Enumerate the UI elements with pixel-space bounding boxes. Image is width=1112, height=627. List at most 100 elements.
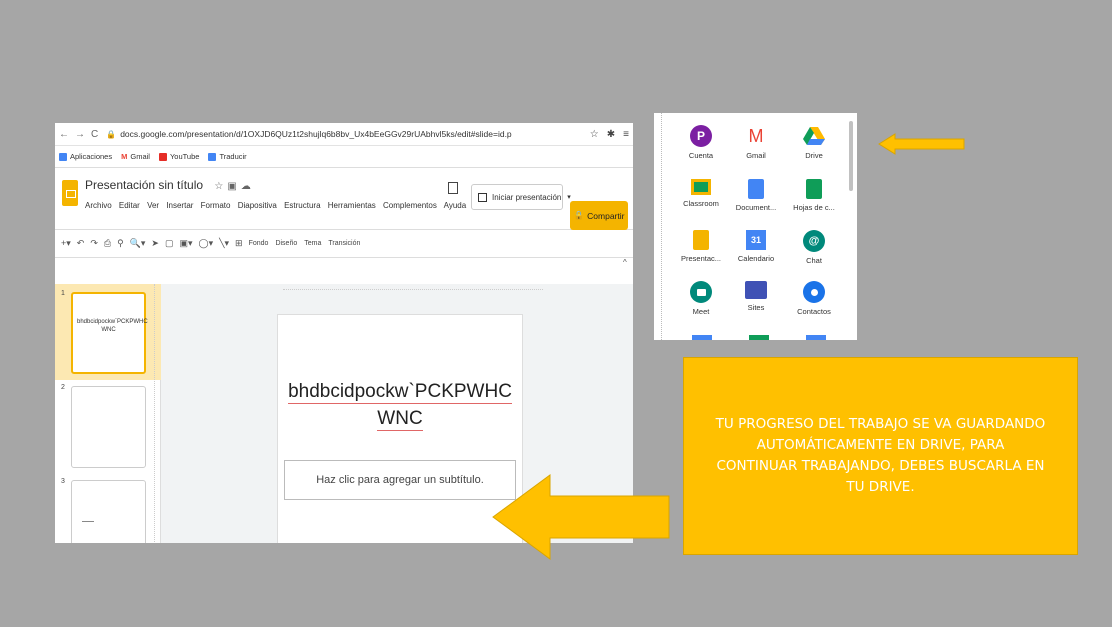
paint-format-icon[interactable]: ⚲	[117, 238, 124, 249]
google-apps-panel: P Cuenta M Gmail Drive Classroom Documen…	[654, 113, 857, 340]
menu-complementos[interactable]: Complementos	[383, 201, 437, 210]
menu-icon[interactable]: ≡	[623, 129, 629, 140]
bookmark-youtube[interactable]: YouTube	[158, 152, 199, 161]
app-calendario[interactable]: 31 Calendario	[726, 230, 786, 263]
menu-formato[interactable]: Formato	[201, 201, 231, 210]
classroom-icon	[691, 179, 711, 195]
doc-title-row: Presentación sin título ☆▣☁	[85, 178, 255, 192]
bookmarks-bar: Aplicaciones M Gmail YouTube Traducir	[55, 146, 633, 168]
thumbnail-line	[82, 521, 94, 522]
app-sites[interactable]: Sites	[726, 281, 786, 312]
toolbar-fondo[interactable]: Fondo	[249, 240, 269, 247]
app-meet[interactable]: Meet	[671, 281, 731, 316]
star-icon[interactable]: ☆	[590, 129, 599, 140]
app-classroom[interactable]: Classroom	[671, 179, 731, 208]
thumbnail-slide-3[interactable]: 3	[55, 472, 161, 543]
textbox-icon[interactable]: ▢	[165, 238, 174, 249]
shape-icon[interactable]: ◯▾	[199, 238, 214, 249]
speaker-notes-icon[interactable]	[448, 182, 458, 194]
app-documentos[interactable]: Document...	[726, 179, 786, 212]
slide-filmstrip: 1 bhdbcidpockw`PCKPWHC WNC 2 3	[55, 284, 161, 543]
app-cuenta[interactable]: P Cuenta	[671, 125, 731, 160]
menu-bar: Archivo Editar Ver Insertar Formato Diap…	[85, 201, 471, 210]
slides-icon	[693, 230, 709, 250]
chat-icon: @	[803, 230, 825, 252]
info-callout-text: TU PROGRESO DEL TRABAJO SE VA GUARDANDO …	[715, 416, 1046, 495]
app-presentaciones[interactable]: Presentac...	[671, 230, 731, 263]
toolbar-diseno[interactable]: Diseño	[275, 240, 297, 247]
filmstrip-scrollbar[interactable]	[154, 284, 160, 543]
more-apps-peek	[692, 335, 712, 340]
lock-small-icon: 🔒	[573, 210, 585, 220]
bookmark-apps[interactable]: Aplicaciones	[59, 152, 112, 161]
bookmark-translate[interactable]: Traducir	[208, 152, 247, 161]
line-icon[interactable]: ╲▾	[219, 238, 229, 249]
menu-herramientas[interactable]: Herramientas	[328, 201, 376, 210]
bookmark-gmail[interactable]: M Gmail	[121, 152, 150, 161]
share-button[interactable]: 🔒 Compartir	[570, 201, 628, 230]
collapse-icon[interactable]: ^	[623, 258, 627, 267]
extension-icon[interactable]: ✱	[607, 129, 615, 140]
thumbnail-slide-1[interactable]: 1 bhdbcidpockw`PCKPWHC WNC	[55, 284, 161, 380]
docs-icon	[748, 179, 764, 199]
app-chat[interactable]: @ Chat	[784, 230, 844, 265]
ruler	[283, 289, 543, 293]
toolbar-transicion[interactable]: Transición	[328, 240, 360, 247]
sites-icon	[745, 281, 767, 299]
menu-estructura[interactable]: Estructura	[284, 201, 320, 210]
current-slide[interactable]: bhdbcidpockw`PCKPWHC WNC Haz clic para a…	[277, 314, 523, 543]
zoom-icon[interactable]: 🔍▾	[130, 238, 146, 249]
comment-icon[interactable]: ⊞	[235, 238, 243, 249]
thumbnail-frame	[71, 480, 146, 543]
sheets-icon	[806, 179, 822, 199]
panel-edge	[654, 113, 662, 340]
app-gmail[interactable]: M Gmail	[726, 125, 786, 161]
youtube-icon	[158, 152, 167, 161]
title-icons[interactable]: ☆▣☁	[214, 181, 254, 192]
thumbnail-frame	[71, 386, 146, 468]
calendar-icon: 31	[746, 230, 766, 250]
drive-icon	[803, 125, 825, 147]
more-apps-peek	[749, 335, 769, 340]
gmail-icon: M	[748, 125, 764, 146]
present-button[interactable]: Iniciar presentación	[471, 184, 563, 210]
toolbar: +▾ ↶ ↷ ⎙ ⚲ 🔍▾ ➤ ▢ ▣▾ ◯▾ ╲▾ ⊞ Fondo Diseñ…	[55, 230, 633, 258]
info-callout: TU PROGRESO DEL TRABAJO SE VA GUARDANDO …	[683, 357, 1078, 555]
menu-archivo[interactable]: Archivo	[85, 201, 112, 210]
new-slide-icon[interactable]: +▾	[61, 238, 71, 249]
undo-icon[interactable]: ↶	[77, 238, 85, 249]
toolbar-tema[interactable]: Tema	[304, 240, 321, 247]
thumbnail-frame: bhdbcidpockw`PCKPWHC WNC	[71, 292, 148, 374]
nav-arrows-icon[interactable]: ←→C	[59, 129, 104, 140]
slides-header: Presentación sin título ☆▣☁ Archivo Edit…	[55, 168, 633, 230]
thumbnail-slide-2[interactable]: 2	[55, 378, 161, 474]
subtitle-placeholder[interactable]: Haz clic para agregar un subtítulo.	[284, 460, 516, 500]
print-icon[interactable]: ⎙	[104, 238, 111, 249]
doc-title[interactable]: Presentación sin título	[85, 178, 203, 192]
slide-title[interactable]: bhdbcidpockw`PCKPWHC WNC	[278, 379, 522, 432]
menu-ver[interactable]: Ver	[147, 201, 159, 210]
redo-icon[interactable]: ↷	[90, 238, 98, 249]
browser-actions: ☆ ✱ ≡	[582, 129, 629, 140]
app-hojas[interactable]: Hojas de c...	[784, 179, 844, 212]
gmail-icon: M	[121, 152, 128, 161]
menu-ayuda[interactable]: Ayuda	[444, 201, 467, 210]
url-text[interactable]: docs.google.com/presentation/d/1OXJD6QUz…	[120, 129, 582, 139]
left-arrow-large-icon	[492, 474, 670, 560]
select-icon[interactable]: ➤	[151, 238, 159, 249]
image-icon[interactable]: ▣▾	[179, 238, 192, 249]
menu-insertar[interactable]: Insertar	[166, 201, 193, 210]
app-drive[interactable]: Drive	[784, 125, 844, 160]
meet-icon	[690, 281, 712, 303]
present-icon	[478, 192, 487, 202]
app-contactos[interactable]: Contactos	[784, 281, 844, 316]
apps-scrollbar[interactable]	[849, 121, 853, 191]
contacts-icon	[803, 281, 825, 303]
translate-icon	[208, 152, 217, 161]
menu-editar[interactable]: Editar	[119, 201, 140, 210]
more-apps-peek	[806, 335, 826, 340]
menu-diapositiva[interactable]: Diapositiva	[238, 201, 277, 210]
account-icon: P	[690, 125, 712, 147]
slides-logo-icon[interactable]	[62, 180, 78, 206]
address-bar-row: ←→C 🔒 docs.google.com/presentation/d/1OX…	[55, 123, 633, 146]
